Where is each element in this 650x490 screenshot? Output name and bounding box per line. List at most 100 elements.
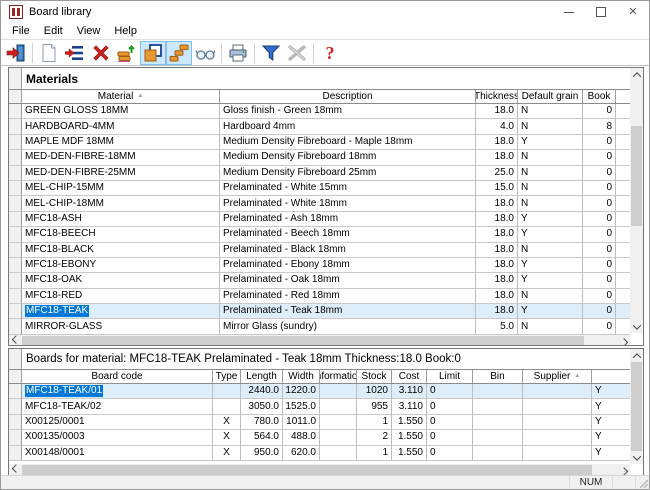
row-selector[interactable] [9, 289, 22, 304]
cell-thickness: 18.0 [476, 227, 518, 242]
row-selector[interactable] [9, 212, 22, 227]
sort-ascending-icon: ▲ [574, 371, 580, 382]
column-header-book[interactable]: Book [583, 90, 616, 103]
scroll-thumb[interactable] [631, 362, 642, 451]
row-selector[interactable] [9, 119, 22, 134]
cell-grain: N [518, 289, 583, 304]
table-row[interactable]: X00148/0001X950.0620.011.5500Y [9, 446, 630, 461]
table-row[interactable]: MFC18-EBONYPrelaminated - Ebony 18mm18.0… [9, 258, 630, 273]
scroll-up-arrow[interactable] [630, 68, 643, 81]
column-header-cost[interactable]: Cost [392, 370, 427, 383]
table-row[interactable]: MFC18-TEAKPrelaminated - Teak 18mm18.0Y0 [9, 304, 630, 319]
scroll-left-arrow[interactable] [9, 335, 22, 345]
row-selector[interactable] [9, 181, 22, 196]
column-header-stock[interactable]: Stock [357, 370, 392, 383]
scroll-thumb[interactable] [22, 465, 592, 475]
row-selector[interactable] [9, 227, 22, 242]
menu-view[interactable]: View [70, 24, 108, 38]
resize-grip[interactable] [636, 476, 649, 489]
row-selector[interactable] [9, 415, 22, 430]
insert-button[interactable] [62, 41, 88, 65]
column-header-supplier[interactable]: Supplier▲ [523, 370, 592, 383]
row-selector[interactable] [9, 304, 22, 319]
menu-file[interactable]: File [5, 24, 37, 38]
filter-button[interactable] [258, 41, 284, 65]
scroll-thumb[interactable] [631, 126, 642, 226]
help-button[interactable]: ? [317, 41, 343, 65]
chevron-up-icon [632, 353, 640, 361]
maximize-button[interactable] [585, 1, 617, 23]
table-row[interactable]: MFC18-ASHPrelaminated - Ash 18mm18.0Y0 [9, 212, 630, 227]
row-selector[interactable] [9, 135, 22, 150]
row-selector[interactable] [9, 104, 22, 119]
scroll-right-arrow[interactable] [617, 335, 630, 345]
table-row[interactable]: MEL-CHIP-18MMPrelaminated - White 18mm18… [9, 196, 630, 211]
delete-button[interactable] [88, 41, 114, 65]
row-selector[interactable] [9, 166, 22, 181]
minimize-button[interactable] [553, 1, 585, 23]
print-button[interactable] [225, 41, 251, 65]
title-bar[interactable]: Board library ✕ [1, 1, 649, 23]
scroll-track[interactable] [22, 335, 617, 345]
materials-vertical-scrollbar[interactable] [630, 68, 643, 345]
cell-blank [616, 212, 630, 227]
table-row[interactable]: X00125/0001X780.01011.011.5500Y [9, 415, 630, 430]
column-header-information[interactable]: Information [320, 370, 357, 383]
copy-board-button[interactable] [140, 41, 166, 65]
table-row[interactable]: MFC18-BLACKPrelaminated - Black 18mm18.0… [9, 243, 630, 258]
menu-help[interactable]: Help [107, 24, 144, 38]
column-header-bin[interactable]: Bin [473, 370, 523, 383]
table-row[interactable]: MED-DEN-FIBRE-25MMMedium Density Fibrebo… [9, 166, 630, 181]
scroll-thumb[interactable] [22, 336, 584, 345]
materials-horizontal-scrollbar[interactable] [9, 335, 630, 345]
table-row[interactable]: HARDBOARD-4MMHardboard 4mm4.0N8 [9, 119, 630, 134]
row-selector[interactable] [9, 430, 22, 445]
table-row[interactable]: MFC18-TEAK/023050.01525.09553.1100Y [9, 399, 630, 414]
row-selector[interactable] [9, 273, 22, 288]
column-header-description[interactable]: Description [220, 90, 476, 103]
scroll-down-arrow[interactable] [630, 451, 643, 464]
table-row[interactable]: MFC18-TEAK/012440.01220.010203.1100Y [9, 384, 630, 399]
column-header-type[interactable]: Type [213, 370, 241, 383]
boards-vertical-scrollbar[interactable] [630, 349, 643, 476]
cell-supplier [523, 399, 592, 414]
view-button[interactable] [192, 41, 218, 65]
table-row[interactable]: MEL-CHIP-15MMPrelaminated - White 15mm15… [9, 181, 630, 196]
table-row[interactable]: MIRROR-GLASSMirror Glass (sundry)5.0N0 [9, 319, 630, 334]
scroll-track[interactable] [630, 362, 643, 451]
row-selector[interactable] [9, 319, 22, 334]
table-row[interactable]: MFC18-REDPrelaminated - Red 18mm18.0N0 [9, 289, 630, 304]
row-selector[interactable] [9, 258, 22, 273]
scroll-down-arrow[interactable] [630, 320, 643, 333]
boards-title: Boards for material: MFC18-TEAK Prelamin… [22, 349, 630, 369]
table-row[interactable]: MFC18-BEECHPrelaminated - Beech 18mm18.0… [9, 227, 630, 242]
row-selector[interactable] [9, 243, 22, 258]
row-selector[interactable] [9, 446, 22, 461]
column-header-material[interactable]: Material▲ [22, 90, 220, 103]
materials-panel: Materials Material▲DescriptionThicknessD… [8, 67, 644, 346]
scroll-track[interactable] [630, 81, 643, 320]
scroll-up-arrow[interactable] [630, 349, 643, 362]
column-header-default-grain[interactable]: Default grain [518, 90, 583, 103]
menu-edit[interactable]: Edit [37, 24, 70, 38]
column-header-width[interactable]: Width [283, 370, 320, 383]
table-row[interactable]: MFC18-OAKPrelaminated - Oak 18mm18.0Y0 [9, 273, 630, 288]
row-selector[interactable] [9, 150, 22, 165]
board-steps-button[interactable] [166, 41, 192, 65]
column-header-length[interactable]: Length [241, 370, 283, 383]
new-button[interactable] [36, 41, 62, 65]
row-selector[interactable] [9, 196, 22, 211]
table-row[interactable]: X00135/0003X564.0488.021.5500Y [9, 430, 630, 445]
exit-button[interactable] [3, 41, 29, 65]
table-row[interactable]: MAPLE MDF 18MMMedium Density Fibreboard … [9, 135, 630, 150]
table-row[interactable]: MED-DEN-FIBRE-18MMMedium Density Fibrebo… [9, 150, 630, 165]
table-row[interactable]: GREEN GLOSS 18MMGloss finish - Green 18m… [9, 104, 630, 119]
column-header-board-code[interactable]: Board code [22, 370, 213, 383]
row-selector[interactable] [9, 384, 22, 399]
row-selector[interactable] [9, 399, 22, 414]
cell-stock: 2 [357, 430, 392, 445]
column-header-limit[interactable]: Limit [427, 370, 473, 383]
stock-update-button[interactable] [114, 41, 140, 65]
column-header-thickness[interactable]: Thickness [476, 90, 518, 103]
close-button[interactable]: ✕ [617, 1, 649, 23]
